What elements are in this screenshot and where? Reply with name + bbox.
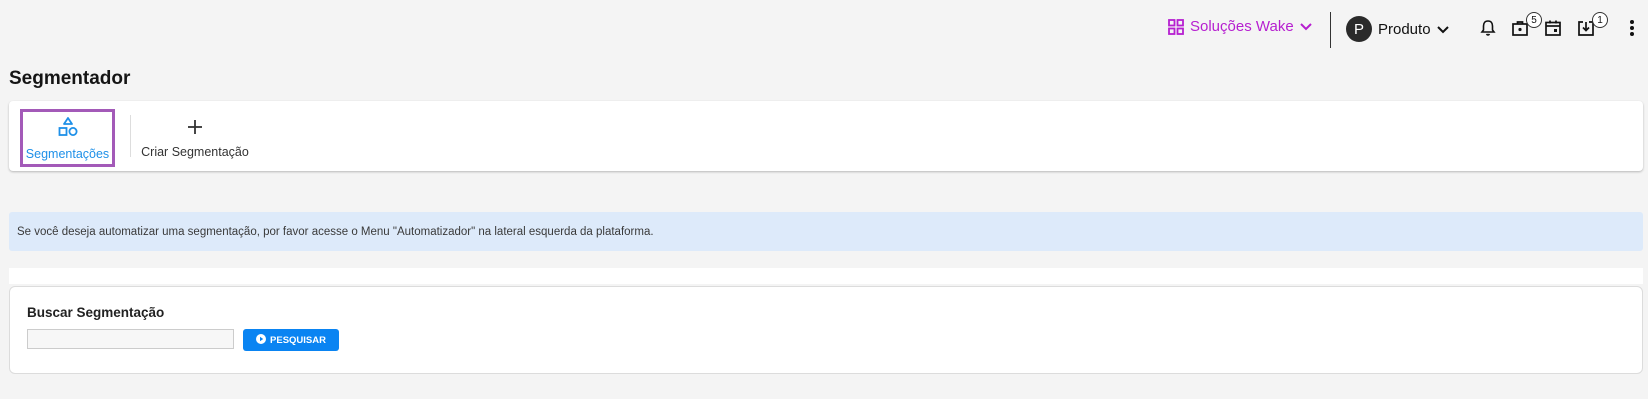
- page-title: Segmentador: [9, 68, 131, 89]
- calendar-icon: [1544, 19, 1562, 42]
- tab-divider: [130, 115, 131, 157]
- solutions-menu[interactable]: Soluções Wake: [1168, 18, 1312, 35]
- more-vert-icon: [1629, 19, 1635, 42]
- tasks-badge: 5: [1526, 12, 1542, 28]
- account-label: Produto: [1378, 20, 1431, 38]
- notifications-button[interactable]: [1476, 18, 1500, 42]
- grid-icon: [1168, 18, 1184, 35]
- avatar: P: [1346, 16, 1372, 42]
- more-options-button[interactable]: [1620, 18, 1644, 42]
- search-card: Buscar Segmentação PESQUISAR: [9, 286, 1643, 374]
- solutions-label: Soluções Wake: [1190, 18, 1294, 35]
- shapes-icon: [57, 116, 79, 141]
- tab-segmentacoes[interactable]: Segmentações: [20, 109, 115, 167]
- search-input[interactable]: [27, 329, 234, 349]
- header-divider: [1330, 12, 1331, 48]
- account-menu[interactable]: P Produto: [1346, 16, 1449, 42]
- search-button[interactable]: PESQUISAR: [243, 329, 339, 351]
- plus-icon: [186, 118, 204, 139]
- top-bar: Soluções Wake P Produto 5 1: [0, 8, 1648, 50]
- tasks-button[interactable]: 5: [1508, 12, 1542, 42]
- search-button-label: PESQUISAR: [270, 334, 326, 346]
- info-text: Se você deseja automatizar uma segmentaç…: [17, 225, 654, 238]
- play-circle-icon: [256, 333, 267, 347]
- bell-icon: [1480, 19, 1496, 42]
- search-title: Buscar Segmentação: [27, 305, 165, 320]
- downloads-badge: 1: [1592, 12, 1608, 28]
- tab-label: Criar Segmentação: [141, 144, 249, 159]
- chevron-down-icon: [1436, 21, 1449, 38]
- info-banner: Se você deseja automatizar uma segmentaç…: [9, 212, 1643, 251]
- tab-label: Segmentações: [25, 146, 110, 161]
- tabs-card: Segmentações Criar Segmentação: [9, 101, 1643, 171]
- tab-criar-segmentacao[interactable]: Criar Segmentação: [139, 109, 251, 167]
- panel-spacer: [9, 268, 1643, 284]
- chevron-down-icon: [1299, 22, 1312, 31]
- calendar-button[interactable]: [1541, 18, 1565, 42]
- downloads-button[interactable]: 1: [1574, 12, 1608, 42]
